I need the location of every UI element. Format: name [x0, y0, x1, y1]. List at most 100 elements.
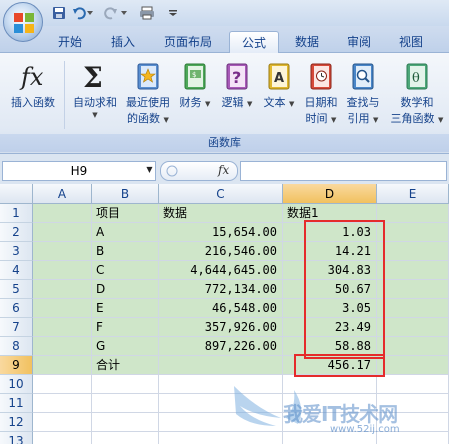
lookup-reference-button[interactable]: 查找与 引用 ▼: [342, 56, 384, 132]
column-header-c[interactable]: C: [159, 184, 283, 204]
cell-d5[interactable]: 50.67: [283, 280, 377, 299]
cell-c4[interactable]: 4,644,645.00: [159, 261, 283, 280]
column-header-e[interactable]: E: [377, 184, 449, 204]
tab-home[interactable]: 开始: [50, 31, 90, 53]
autosum-dropdown-icon[interactable]: ▼: [68, 111, 122, 119]
expand-handle-icon[interactable]: [165, 162, 183, 180]
cell-b13[interactable]: [92, 432, 159, 444]
cell-e7[interactable]: [377, 318, 449, 337]
tab-review[interactable]: 审阅: [337, 31, 381, 53]
cell-b6[interactable]: E: [92, 299, 159, 318]
math-trig-button[interactable]: θ 数学和 三角函数 ▼: [388, 56, 446, 132]
cell-d1[interactable]: 数据1: [283, 204, 377, 223]
recent-functions-button[interactable]: 最近使用 的函数 ▼: [122, 56, 174, 132]
row-header-5[interactable]: 5: [0, 280, 33, 299]
cell-e1[interactable]: [377, 204, 449, 223]
cell-a7[interactable]: [33, 318, 92, 337]
cell-c13[interactable]: [159, 432, 283, 444]
column-header-d[interactable]: D: [283, 184, 377, 204]
autosum-button[interactable]: Σ 自动求和 ▼: [68, 56, 122, 132]
undo-dropdown-icon[interactable]: [86, 4, 94, 22]
cell-a3[interactable]: [33, 242, 92, 261]
row-header-3[interactable]: 3: [0, 242, 33, 261]
cell-c7[interactable]: 357,926.00: [159, 318, 283, 337]
cell-b1[interactable]: 项目: [92, 204, 159, 223]
cell-c9[interactable]: [159, 356, 283, 375]
row-header-11[interactable]: 11: [0, 394, 33, 413]
cell-d8[interactable]: 58.88: [283, 337, 377, 356]
save-icon[interactable]: [50, 4, 68, 22]
cell-a4[interactable]: [33, 261, 92, 280]
cell-c5[interactable]: 772,134.00: [159, 280, 283, 299]
cell-d9[interactable]: 456.17: [283, 356, 377, 375]
date-time-button[interactable]: 日期和 时间 ▼: [300, 56, 342, 132]
cell-e6[interactable]: [377, 299, 449, 318]
column-header-b[interactable]: B: [92, 184, 159, 204]
cell-b2[interactable]: A: [92, 223, 159, 242]
cell-e4[interactable]: [377, 261, 449, 280]
lookup-reference-dropdown-icon[interactable]: ▼: [373, 116, 378, 124]
tab-formulas[interactable]: 公式: [229, 31, 279, 53]
cell-b5[interactable]: D: [92, 280, 159, 299]
cell-a13[interactable]: [33, 432, 92, 444]
financial-dropdown-icon[interactable]: ▼: [205, 100, 210, 108]
cell-b8[interactable]: G: [92, 337, 159, 356]
cell-a11[interactable]: [33, 394, 92, 413]
row-header-6[interactable]: 6: [0, 299, 33, 318]
cell-c10[interactable]: [159, 375, 283, 394]
row-header-7[interactable]: 7: [0, 318, 33, 337]
row-header-10[interactable]: 10: [0, 375, 33, 394]
name-box-dropdown-icon[interactable]: ▼: [143, 161, 156, 179]
date-time-dropdown-icon[interactable]: ▼: [331, 116, 336, 124]
cell-a6[interactable]: [33, 299, 92, 318]
select-all-corner[interactable]: [0, 184, 33, 204]
cell-e8[interactable]: [377, 337, 449, 356]
tab-data[interactable]: 数据: [285, 31, 329, 53]
formula-input[interactable]: [240, 161, 447, 181]
cell-b10[interactable]: [92, 375, 159, 394]
logical-dropdown-icon[interactable]: ▼: [247, 100, 252, 108]
tab-page-layout[interactable]: 页面布局: [155, 31, 221, 53]
customize-toolbar-icon[interactable]: [168, 4, 178, 22]
cell-c6[interactable]: 46,548.00: [159, 299, 283, 318]
cell-c1[interactable]: 数据: [159, 204, 283, 223]
column-header-a[interactable]: A: [33, 184, 92, 204]
cell-d2[interactable]: 1.03: [283, 223, 377, 242]
cell-a10[interactable]: [33, 375, 92, 394]
cell-c2[interactable]: 15,654.00: [159, 223, 283, 242]
insert-function-button[interactable]: fx 插入函数: [4, 56, 62, 132]
cell-a12[interactable]: [33, 413, 92, 432]
cell-d3[interactable]: 14.21: [283, 242, 377, 261]
row-header-4[interactable]: 4: [0, 261, 33, 280]
cell-a8[interactable]: [33, 337, 92, 356]
row-header-1[interactable]: 1: [0, 204, 33, 223]
tab-insert[interactable]: 插入: [103, 31, 143, 53]
cell-d4[interactable]: 304.83: [283, 261, 377, 280]
financial-button[interactable]: $ 财务 ▼: [176, 56, 214, 132]
cell-d10[interactable]: [283, 375, 377, 394]
office-button[interactable]: [3, 2, 43, 42]
recent-functions-dropdown-icon[interactable]: ▼: [164, 116, 169, 124]
text-button[interactable]: A 文本 ▼: [260, 56, 298, 132]
row-header-8[interactable]: 8: [0, 337, 33, 356]
tab-view[interactable]: 视图: [389, 31, 433, 53]
cell-a1[interactable]: [33, 204, 92, 223]
cell-b4[interactable]: C: [92, 261, 159, 280]
cell-c8[interactable]: 897,226.00: [159, 337, 283, 356]
cell-c11[interactable]: [159, 394, 283, 413]
print-icon[interactable]: [138, 4, 156, 22]
logical-button[interactable]: ? 逻辑 ▼: [218, 56, 256, 132]
row-header-9[interactable]: 9: [0, 356, 33, 375]
cell-e3[interactable]: [377, 242, 449, 261]
cell-d6[interactable]: 3.05: [283, 299, 377, 318]
text-dropdown-icon[interactable]: ▼: [289, 100, 294, 108]
row-header-13[interactable]: 13: [0, 432, 33, 444]
redo-icon[interactable]: [102, 4, 120, 22]
cell-a2[interactable]: [33, 223, 92, 242]
cell-c3[interactable]: 216,546.00: [159, 242, 283, 261]
insert-function-fx-icon[interactable]: fx: [218, 163, 229, 177]
math-trig-dropdown-icon[interactable]: ▼: [438, 116, 443, 124]
cell-b3[interactable]: B: [92, 242, 159, 261]
redo-dropdown-icon[interactable]: [120, 4, 128, 22]
cell-c12[interactable]: [159, 413, 283, 432]
